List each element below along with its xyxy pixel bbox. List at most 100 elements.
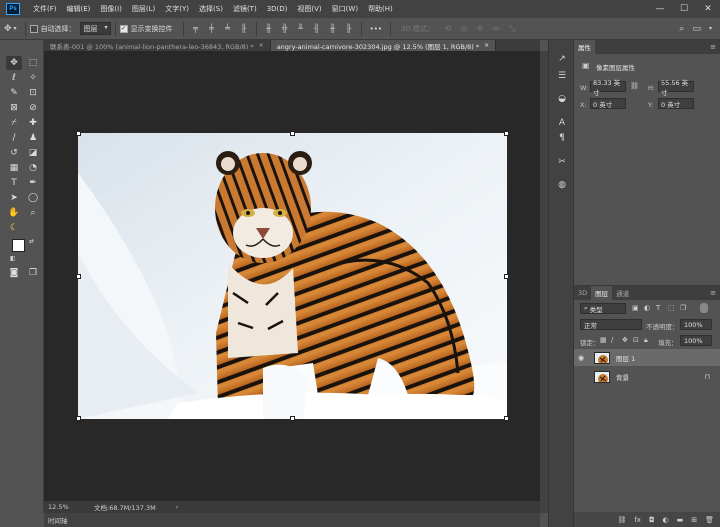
lock-position-icon[interactable]: ✥: [622, 336, 628, 344]
move-tool-icon[interactable]: ✥: [6, 56, 22, 70]
layer-name[interactable]: 图层 1: [616, 353, 635, 363]
menu-select[interactable]: 选择(S): [194, 4, 228, 14]
transform-handle-top[interactable]: [290, 131, 295, 136]
chevron-down-icon[interactable]: ▾: [709, 25, 712, 32]
menu-window[interactable]: 窗口(W): [327, 4, 363, 14]
crop-tool-icon[interactable]: ⊡: [25, 86, 41, 100]
eraser-icon[interactable]: ◪: [25, 146, 41, 160]
height-field[interactable]: 55.56 英寸: [658, 79, 694, 97]
roll-3d-icon[interactable]: ◎: [459, 24, 469, 34]
align-bottom-icon[interactable]: ╧: [223, 24, 233, 34]
timeline-label[interactable]: 时间轴: [48, 515, 68, 525]
healing-brush-icon[interactable]: ✚: [25, 116, 41, 130]
trash-icon[interactable]: 🗑︎: [705, 516, 714, 524]
filter-adjust-icon[interactable]: ◐: [644, 304, 650, 312]
chevron-down-icon[interactable]: ▾: [14, 25, 17, 32]
workspace-icon[interactable]: ▭: [692, 24, 701, 34]
document-canvas[interactable]: [78, 133, 507, 419]
transform-handle-tl[interactable]: [76, 131, 81, 136]
menu-3d[interactable]: 3D(D): [262, 5, 293, 13]
align-left-icon[interactable]: ╟: [239, 24, 249, 34]
tool-presets-icon[interactable]: ✂: [555, 155, 569, 169]
align-vcenter-icon[interactable]: ╪: [207, 24, 217, 34]
eye-icon[interactable]: ◉: [574, 354, 588, 362]
distribute-bottom-icon[interactable]: ╨: [296, 24, 306, 34]
eyedropper-icon[interactable]: ⌿: [6, 116, 22, 130]
marquee-tool-icon[interactable]: ⬚: [25, 56, 41, 70]
layer-filter-select[interactable]: ⌕ 类型: [580, 303, 626, 314]
menu-file[interactable]: 文件(F): [28, 4, 62, 14]
default-colors-icon[interactable]: ◧: [10, 255, 16, 262]
layer-row[interactable]: □ 背景 ⊓: [574, 368, 720, 385]
hand-tool-icon[interactable]: ✋: [6, 206, 22, 220]
transform-handle-br[interactable]: [504, 416, 509, 421]
vertical-scrollbar[interactable]: [540, 51, 548, 513]
history-icon[interactable]: ↗: [555, 52, 569, 66]
timeline-panel-bar[interactable]: 时间轴: [44, 513, 540, 527]
menu-view[interactable]: 视图(V): [292, 4, 326, 14]
screen-mode-icon[interactable]: ❐: [25, 266, 41, 280]
filter-smart-icon[interactable]: ❐: [680, 304, 686, 312]
lock-all-icon[interactable]: 🔒︎: [644, 336, 648, 345]
distribute-top-icon[interactable]: ╫: [264, 24, 274, 34]
zoom-tool-icon[interactable]: ⌕: [25, 206, 41, 220]
status-menu-arrow[interactable]: ›: [176, 503, 179, 511]
gradient-tool-icon[interactable]: ▦: [6, 161, 22, 175]
filter-toggle[interactable]: [700, 303, 708, 313]
type-tool-icon[interactable]: T: [6, 176, 22, 190]
3d-materials-icon[interactable]: ◍: [555, 178, 569, 192]
auto-select-dropdown[interactable]: 图层: [79, 22, 111, 35]
tab-3d[interactable]: 3D: [574, 286, 591, 300]
show-transform-checkbox[interactable]: ✓: [119, 24, 128, 33]
move-tool-icon[interactable]: ✥: [4, 24, 12, 34]
transform-handle-bottom[interactable]: [290, 416, 295, 421]
pen-tool-icon[interactable]: ✒: [25, 176, 41, 190]
close-button[interactable]: ✕: [696, 0, 720, 18]
filter-type-icon[interactable]: T: [656, 304, 660, 312]
slide-3d-icon[interactable]: ⇔: [491, 24, 501, 34]
transform-handle-bl[interactable]: [76, 416, 81, 421]
fill-field[interactable]: 100%: [680, 335, 712, 346]
new-group-icon[interactable]: ▬: [677, 516, 684, 524]
menu-type[interactable]: 文字(Y): [160, 4, 194, 14]
transform-handle-right[interactable]: [504, 274, 509, 279]
foreground-color-swatch[interactable]: [12, 239, 25, 252]
transform-handle-tr[interactable]: [504, 131, 509, 136]
add-mask-icon[interactable]: ◘: [649, 516, 655, 524]
menu-filter[interactable]: 滤镜(T): [228, 4, 262, 14]
filter-shape-icon[interactable]: ⬚: [668, 304, 675, 312]
new-layer-icon[interactable]: ⊞: [691, 516, 697, 524]
path-select-icon[interactable]: ➤: [6, 191, 22, 205]
scale-3d-icon[interactable]: ⤡: [507, 24, 517, 34]
minimize-button[interactable]: —: [648, 0, 672, 18]
maximize-button[interactable]: ☐: [672, 0, 696, 18]
y-field[interactable]: 0 英寸: [658, 98, 694, 109]
transform-handle-left[interactable]: [76, 274, 81, 279]
link-layers-icon[interactable]: ⛓: [617, 516, 626, 524]
distribute-hcenter-icon[interactable]: ╫: [328, 24, 338, 34]
auto-select-checkbox[interactable]: [29, 24, 38, 33]
align-top-icon[interactable]: ╤: [191, 24, 201, 34]
more-options-button[interactable]: •••: [370, 25, 382, 33]
clone-stamp-icon[interactable]: ♟: [25, 131, 41, 145]
quick-mask-icon[interactable]: ◙: [6, 266, 22, 280]
shape-tool-icon[interactable]: ◯: [25, 191, 41, 205]
lock-artboard-icon[interactable]: ⊡: [633, 336, 639, 344]
menu-layer[interactable]: 图层(L): [127, 4, 160, 14]
close-icon[interactable]: ×: [484, 42, 489, 49]
frame-tool-icon[interactable]: ⊠: [6, 101, 22, 115]
filter-pixel-icon[interactable]: ▣: [632, 304, 639, 312]
distribute-vcenter-icon[interactable]: ╬: [280, 24, 290, 34]
menu-help[interactable]: 帮助(H): [363, 4, 398, 14]
tab-channels[interactable]: 通道: [612, 286, 633, 300]
link-icon[interactable]: ⛓: [630, 82, 639, 90]
tab-tiger-image[interactable]: angry-animal-carnivore-302304.jpg @ 12.5…: [270, 40, 497, 51]
lock-transparent-icon[interactable]: ▦: [600, 336, 607, 344]
lasso-tool-icon[interactable]: ℓ: [6, 71, 22, 85]
orbit-3d-icon[interactable]: ⟲: [443, 24, 453, 34]
blur-tool-icon[interactable]: ◔: [25, 161, 41, 175]
zoom-level[interactable]: 12.5%: [48, 503, 88, 511]
adjustment-layer-icon[interactable]: ◐: [663, 516, 669, 524]
menu-edit[interactable]: 编辑(E): [62, 4, 96, 14]
search-icon[interactable]: ⌕: [679, 24, 684, 34]
